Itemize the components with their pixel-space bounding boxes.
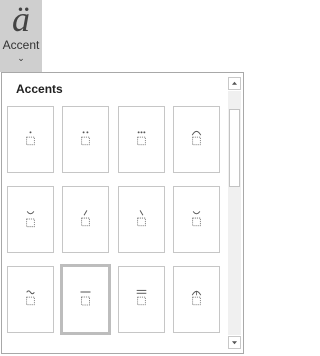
double-bar-accent-icon	[136, 289, 147, 306]
breve-accent-icon	[192, 211, 201, 227]
double-dot-accent-icon	[81, 131, 90, 146]
accent-tile[interactable]	[62, 106, 109, 173]
accent-tile[interactable]	[173, 266, 220, 333]
accent-tile[interactable]	[62, 186, 109, 253]
scroll-down-button[interactable]	[228, 336, 241, 349]
grave-accent-icon	[137, 210, 146, 227]
chevron-down-icon: ⌄	[17, 53, 25, 63]
accent-tile[interactable]	[118, 266, 165, 333]
scroll-up-arrow-icon	[231, 81, 238, 85]
accent-tile-selected[interactable]	[60, 264, 111, 335]
acute-accent-icon	[81, 210, 90, 227]
accent-button-label: Accent	[2, 38, 40, 52]
accents-dropdown-panel: Accents	[1, 72, 244, 354]
scroll-down-arrow-icon	[231, 341, 238, 345]
scroll-track[interactable]	[228, 91, 241, 335]
accent-gallery-screen: ä Accent ⌄ Accents	[0, 0, 245, 356]
dot-accent-icon	[26, 131, 35, 146]
tilde-accent-icon	[26, 290, 35, 306]
scroll-thumb[interactable]	[229, 109, 240, 187]
accent-tile[interactable]	[173, 186, 220, 253]
accent-tile[interactable]	[118, 186, 165, 253]
bar-accent-icon	[80, 291, 91, 306]
accent-tile[interactable]	[7, 106, 54, 173]
accent-tile[interactable]	[7, 266, 54, 333]
hat-accent-icon	[191, 130, 202, 146]
accent-tile[interactable]	[118, 106, 165, 173]
gallery-scrollbar[interactable]	[228, 77, 241, 349]
scroll-up-button[interactable]	[228, 77, 241, 90]
arrow-hat-accent-icon	[191, 290, 202, 306]
accent-tile[interactable]	[7, 186, 54, 253]
triple-dot-accent-icon	[137, 131, 146, 146]
accent-a-umlaut-icon: ä	[12, 0, 30, 39]
accent-tile[interactable]	[173, 106, 220, 173]
check-accent-icon	[26, 211, 35, 228]
accent-ribbon-button[interactable]: ä Accent ⌄	[0, 0, 42, 72]
gallery-section-title: Accents	[16, 82, 63, 96]
